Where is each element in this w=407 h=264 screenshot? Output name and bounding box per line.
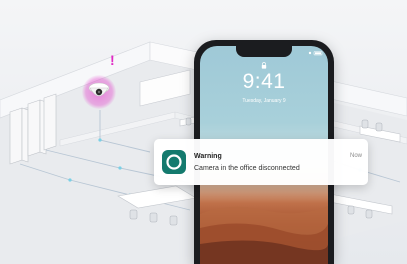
lock-icon (261, 62, 267, 69)
office-scene: ! 9:41 Tuesday, January 9 Warning Camera… (0, 0, 407, 264)
lockscreen-time: 9:41 (242, 70, 286, 93)
notification-message: Camera in the office disconnected (194, 165, 300, 172)
notification-banner[interactable]: Warning Camera in the office disconnecte… (154, 139, 368, 185)
status-bar (308, 51, 323, 56)
alert-exclamation: ! (110, 52, 115, 68)
camera-app-icon (162, 150, 186, 174)
wallpaper-terrain (200, 206, 328, 264)
notification-time: Now (349, 153, 362, 159)
notification-title: Warning (194, 153, 222, 160)
lockscreen-date: Tuesday, January 9 (242, 98, 286, 104)
security-camera-icon[interactable] (87, 80, 111, 102)
